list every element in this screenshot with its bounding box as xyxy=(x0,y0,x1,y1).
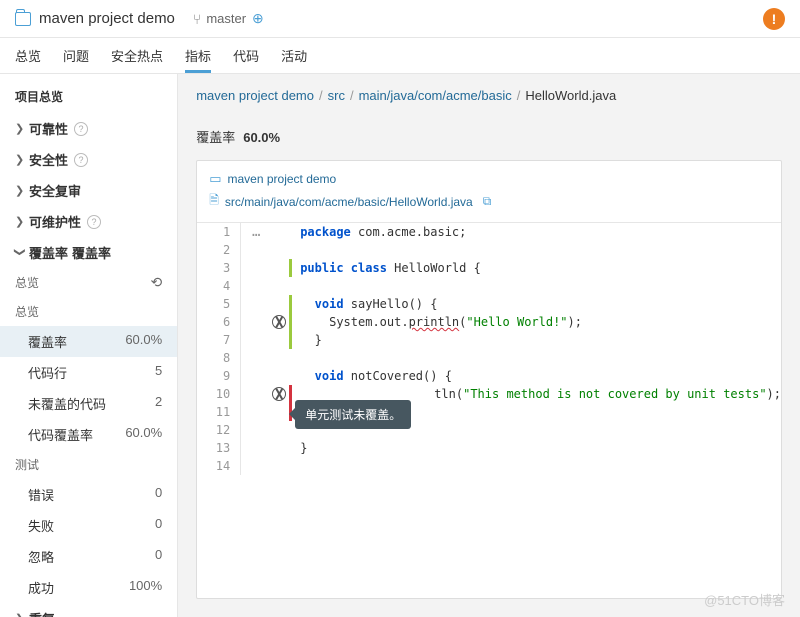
help-icon[interactable]: ? xyxy=(74,153,88,167)
metric-skipped[interactable]: 忽略0 xyxy=(0,541,177,572)
breadcrumb-current: HelloWorld.java xyxy=(525,88,616,103)
header: maven project demo ⑂ master ⊕ ! xyxy=(0,0,800,38)
warning-badge[interactable]: ! xyxy=(763,8,785,30)
tabs: 总览 问题 安全热点 指标 代码 活动 xyxy=(0,38,800,74)
coverage-marker-icon[interactable] xyxy=(272,387,286,401)
link-icon[interactable]: ⟲ xyxy=(150,274,162,291)
file-project-link[interactable]: maven project demo xyxy=(228,172,337,186)
breadcrumb: maven project demo/src/main/java/com/acm… xyxy=(178,74,800,117)
project-icon xyxy=(15,12,31,26)
coverage-summary: 覆盖率60.0% xyxy=(178,117,800,160)
breadcrumb-link[interactable]: maven project demo xyxy=(196,88,314,103)
file-path-link[interactable]: src/main/java/com/acme/basic/HelloWorld.… xyxy=(225,195,473,209)
project-title[interactable]: maven project demo xyxy=(39,10,175,27)
metric-section-overview: 总览 xyxy=(0,297,177,326)
metric-uncovered[interactable]: 未覆盖的代码2 xyxy=(0,388,177,419)
metric-failures[interactable]: 失败0 xyxy=(0,510,177,541)
watermark: @51CTO博客 xyxy=(704,590,785,609)
sidebar-item-security[interactable]: ❯安全性? xyxy=(0,144,177,175)
coverage-tooltip: 单元测试未覆盖。 xyxy=(295,400,411,429)
sidebar: 项目总览 ❯可靠性? ❯安全性? ❯安全复审 ❯可维护性? ❯覆盖率覆盖率 总览… xyxy=(0,74,178,617)
help-icon[interactable]: ? xyxy=(87,215,101,229)
tab-metrics[interactable]: 指标 xyxy=(185,38,211,73)
copy-icon[interactable]: ⧉ xyxy=(483,194,492,209)
metric-code-coverage[interactable]: 代码覆盖率60.0% xyxy=(0,419,177,450)
sidebar-title: 项目总览 xyxy=(0,74,177,113)
tab-activity[interactable]: 活动 xyxy=(281,38,307,73)
metric-section-tests: 测试 xyxy=(0,450,177,479)
metric-coverage[interactable]: 覆盖率60.0% xyxy=(0,326,177,357)
breadcrumb-link[interactable]: src xyxy=(328,88,345,103)
metric-errors[interactable]: 错误0 xyxy=(0,479,177,510)
branch-name[interactable]: master xyxy=(206,11,246,26)
content: maven project demo/src/main/java/com/acm… xyxy=(178,74,800,617)
file-icon: 🗎 xyxy=(209,191,219,212)
tab-issues[interactable]: 问题 xyxy=(63,38,89,73)
coverage-marker-icon[interactable] xyxy=(272,315,286,329)
add-branch-button[interactable]: ⊕ xyxy=(252,10,264,27)
metric-success[interactable]: 成功100% xyxy=(0,572,177,603)
tab-overview[interactable]: 总览 xyxy=(15,38,41,73)
folder-icon: ▭ xyxy=(209,171,221,187)
code-body: 1…package com.acme.basic; 2 3public clas… xyxy=(197,223,781,475)
sidebar-item-reliability[interactable]: ❯可靠性? xyxy=(0,113,177,144)
sidebar-item-duplication[interactable]: ❯重复 xyxy=(0,603,177,617)
tab-code[interactable]: 代码 xyxy=(233,38,259,73)
code-panel: ▭ maven project demo 🗎 src/main/java/com/a… xyxy=(196,160,782,599)
metric-overview-header: 总览⟲ xyxy=(0,268,177,297)
sidebar-item-coverage[interactable]: ❯覆盖率覆盖率 xyxy=(0,237,177,268)
branch-icon: ⑂ xyxy=(193,11,201,27)
breadcrumb-link[interactable]: main/java/com/acme/basic xyxy=(359,88,512,103)
metric-lines[interactable]: 代码行5 xyxy=(0,357,177,388)
help-icon[interactable]: ? xyxy=(74,122,88,136)
sidebar-item-maintainability[interactable]: ❯可维护性? xyxy=(0,206,177,237)
tab-security[interactable]: 安全热点 xyxy=(111,38,163,73)
sidebar-item-security-review[interactable]: ❯安全复审 xyxy=(0,175,177,206)
file-header: ▭ maven project demo 🗎 src/main/java/com/a… xyxy=(197,161,781,223)
